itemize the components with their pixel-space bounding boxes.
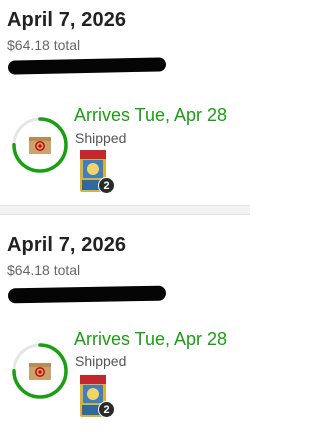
order-date: April 7, 2026 (7, 9, 127, 31)
arrival-date[interactable]: Arrives Tue, Apr 28 (74, 105, 227, 126)
order-card[interactable]: April 7, 2026 $64.18 total Arrives Tue, … (0, 215, 250, 432)
order-card[interactable]: April 7, 2026 $64.18 total Arrives Tue, … (0, 0, 250, 205)
order-divider (0, 205, 250, 215)
order-date: April 7, 2026 (7, 234, 127, 256)
package-icon (29, 137, 51, 154)
item-count-badge: 2 (98, 177, 115, 194)
redacted-address (7, 57, 167, 75)
shipping-progress-ring (12, 343, 68, 399)
item-count-badge: 2 (98, 401, 115, 418)
shipping-status: Shipped (75, 130, 127, 146)
redacted-address (7, 285, 167, 304)
arrival-date[interactable]: Arrives Tue, Apr 28 (74, 329, 227, 350)
order-total: $64.18 total (7, 262, 81, 278)
shipping-progress-ring (12, 117, 68, 173)
package-icon (29, 363, 51, 380)
shipping-status: Shipped (75, 353, 127, 369)
order-total: $64.18 total (7, 37, 81, 53)
